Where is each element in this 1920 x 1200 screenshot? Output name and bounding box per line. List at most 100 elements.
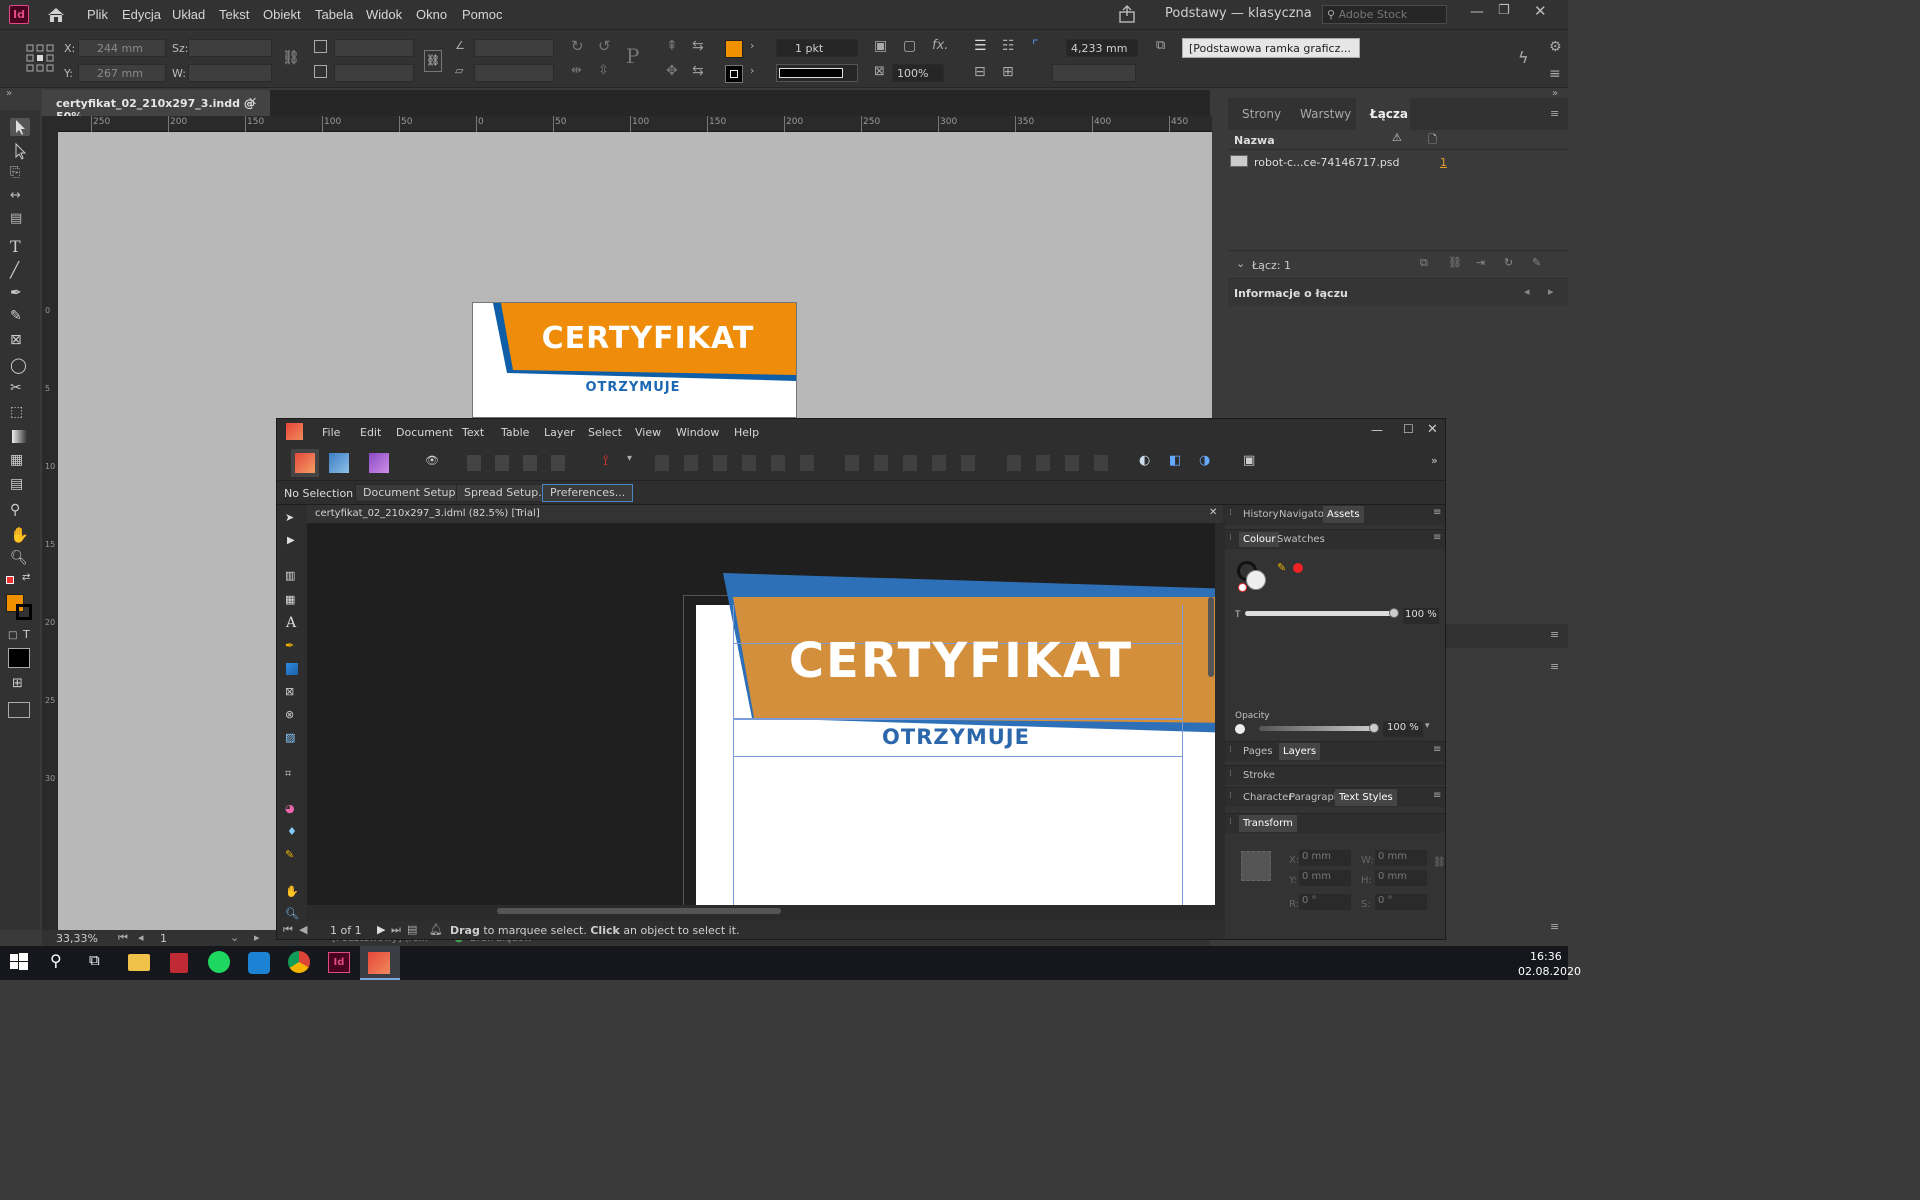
tab-history[interactable]: History bbox=[1243, 509, 1279, 520]
menu-layer[interactable]: Layer bbox=[544, 426, 575, 439]
task-view-icon[interactable]: ⧉ bbox=[89, 951, 113, 975]
menu-edit[interactable]: Edit bbox=[360, 426, 381, 439]
preferences-button[interactable]: Preferences... bbox=[542, 484, 634, 502]
table-tool-icon[interactable]: ▦ bbox=[285, 593, 295, 606]
frame-text-tool-icon[interactable]: ▥ bbox=[285, 569, 295, 582]
select-next-icon[interactable]: ⇆ bbox=[692, 63, 704, 79]
clock-date[interactable]: 02.08.2020 bbox=[1518, 965, 1581, 978]
file-explorer-icon[interactable] bbox=[128, 954, 150, 971]
transform-x-field[interactable]: 0 mm bbox=[1299, 850, 1351, 866]
menu-tekst[interactable]: Tekst bbox=[219, 7, 249, 22]
affinity-publisher-logo-icon[interactable] bbox=[286, 423, 303, 440]
edit-original-icon[interactable]: ✎ bbox=[1532, 256, 1541, 269]
height-field[interactable] bbox=[188, 64, 272, 82]
collapsed-panel-menu-icon[interactable]: ≡ bbox=[1550, 628, 1559, 641]
first-page-icon[interactable]: ⏮ bbox=[283, 923, 293, 937]
transform-anchor-icon[interactable] bbox=[1241, 851, 1271, 881]
tab-assets[interactable]: Assets bbox=[1323, 506, 1364, 523]
tab-warstwy[interactable]: Warstwy bbox=[1300, 107, 1351, 121]
gear-icon[interactable]: ⚙ bbox=[1549, 39, 1562, 55]
menu-document[interactable]: Document bbox=[396, 426, 453, 439]
default-colors-icon[interactable] bbox=[6, 576, 14, 584]
object-style-dropdown[interactable]: [Podstawowa ramka graficz... bbox=[1182, 38, 1360, 58]
page-icon[interactable]: 🗋︎ bbox=[1428, 131, 1437, 150]
tab-navigator[interactable]: Navigator bbox=[1279, 509, 1328, 520]
next-page-icon[interactable]: ▶ bbox=[377, 923, 385, 936]
grip-icon[interactable]: ⁞ bbox=[1229, 745, 1232, 755]
scale-x-field[interactable] bbox=[334, 39, 414, 57]
menu-select[interactable]: Select bbox=[588, 426, 622, 439]
ellipse-tool-icon[interactable]: ◯ bbox=[10, 356, 30, 374]
zoom-level[interactable]: 33,33% bbox=[56, 932, 98, 945]
align-stroke-inside-icon[interactable]: ☷ bbox=[1002, 38, 1015, 54]
home-icon[interactable] bbox=[46, 6, 66, 24]
tab-character[interactable]: Character bbox=[1243, 792, 1292, 803]
tab-layers[interactable]: Layers bbox=[1279, 743, 1321, 760]
hamburger-menu-icon[interactable]: ≡ bbox=[1549, 66, 1561, 82]
zoom-tool-icon[interactable]: 🔍︎ bbox=[10, 550, 30, 568]
menu-pomoc[interactable]: Pomoc bbox=[462, 7, 502, 22]
transform-y-field[interactable]: 0 mm bbox=[1299, 870, 1351, 886]
minimize-icon[interactable]: — bbox=[1470, 4, 1484, 20]
rectangle-tool-icon[interactable] bbox=[286, 663, 298, 675]
rotate-cw-icon[interactable]: ↻ bbox=[571, 37, 584, 55]
tab-strony[interactable]: Strony bbox=[1242, 107, 1281, 121]
snapping-dropdown-icon[interactable]: ▾ bbox=[627, 453, 632, 464]
preflight-icon[interactable]: ▣ bbox=[1243, 453, 1255, 468]
rectangle-frame-tool-icon[interactable]: ⊠ bbox=[10, 332, 30, 350]
panel-menu-icon[interactable]: ≡ bbox=[1433, 507, 1441, 518]
close-icon[interactable]: ✕ bbox=[1427, 422, 1438, 437]
link-info-title[interactable]: Informacje o łączu bbox=[1234, 287, 1348, 300]
tint-value[interactable]: 100 % bbox=[1403, 608, 1439, 624]
fill-tool-icon[interactable]: ◕ bbox=[285, 802, 295, 815]
previous-page-icon[interactable]: ◂ bbox=[138, 931, 144, 944]
photo-persona-icon[interactable] bbox=[369, 453, 389, 473]
opacity-slider[interactable] bbox=[1259, 723, 1379, 733]
publisher-persona-icon[interactable] bbox=[291, 449, 319, 477]
wrap-jump-icon[interactable]: ⊞ bbox=[1002, 64, 1014, 80]
vertical-scrollbar[interactable] bbox=[1207, 527, 1215, 901]
path-text-icon[interactable]: P bbox=[626, 44, 639, 68]
line-tool-icon[interactable]: ╱ bbox=[10, 261, 30, 279]
menu-plik[interactable]: Plik bbox=[87, 7, 108, 22]
share-icon[interactable] bbox=[1118, 5, 1136, 23]
select-previous-icon[interactable]: ⇆ bbox=[692, 38, 704, 54]
ellipse-frame-tool-icon[interactable]: ⊗ bbox=[285, 708, 294, 721]
grip-icon[interactable]: ⁞ bbox=[1229, 769, 1232, 779]
last-page-icon[interactable]: ⏭ bbox=[391, 923, 401, 937]
preview-icon[interactable]: 👁︎ bbox=[425, 454, 439, 467]
save-app-icon[interactable] bbox=[170, 953, 188, 973]
rotate-ccw-icon[interactable]: ↺ bbox=[598, 37, 611, 55]
crop-tool-icon[interactable]: ⌗ bbox=[285, 767, 291, 781]
select-content-icon[interactable]: ✥ bbox=[666, 63, 678, 79]
gap-tool-icon[interactable]: ↔ bbox=[10, 188, 30, 206]
opacity-dropdown-icon[interactable]: ▾ bbox=[1425, 721, 1430, 731]
transform-w-field[interactable]: 0 mm bbox=[1375, 850, 1427, 866]
pen-tool-icon[interactable]: ✒ bbox=[285, 639, 294, 652]
clock-time[interactable]: 16:36 bbox=[1530, 950, 1562, 963]
direct-selection-tool-icon[interactable] bbox=[10, 142, 30, 160]
note-tool-icon[interactable]: ▤ bbox=[10, 476, 30, 494]
align-stroke-center-icon[interactable]: ☰ bbox=[974, 38, 987, 54]
workspace-switcher[interactable]: Podstawy — klasyczna ⌄ bbox=[1165, 6, 1331, 21]
formatting-text-icon[interactable]: T bbox=[23, 628, 30, 641]
affinity-publisher-taskbar-icon[interactable] bbox=[368, 952, 390, 974]
menu-uklad[interactable]: Układ bbox=[172, 7, 205, 22]
tab-colour[interactable]: Colour bbox=[1239, 532, 1280, 547]
document-tab[interactable]: certyfikat_02_210x297_3.indd @ 50% ✕ bbox=[42, 90, 270, 123]
y-position-field[interactable]: 267 mm bbox=[78, 64, 166, 82]
collapsed-panel-menu-icon-3[interactable]: ≡ bbox=[1550, 920, 1559, 933]
previous-link-icon[interactable]: ◂ bbox=[1524, 285, 1530, 298]
tab-text-styles[interactable]: Text Styles bbox=[1335, 789, 1397, 806]
link-row[interactable]: robot-c...ce-74146717.psd 1 bbox=[1228, 152, 1568, 172]
stroke-swatch[interactable] bbox=[725, 65, 743, 83]
stroke-color-swatch[interactable] bbox=[16, 604, 32, 620]
width-field[interactable] bbox=[188, 39, 272, 57]
picture-frame-tool-icon[interactable]: ⊠ bbox=[285, 685, 294, 698]
corner-options-icon[interactable]: ⌜ bbox=[1032, 38, 1039, 54]
opacity-value[interactable]: 100 % bbox=[1383, 721, 1423, 737]
maximize-icon[interactable]: ☐ bbox=[1403, 422, 1414, 436]
expand-chevron-icon[interactable]: ⌄ bbox=[1236, 257, 1245, 270]
close-tab-icon[interactable]: ✕ bbox=[248, 95, 257, 108]
certificate-page[interactable]: CERTYFIKAT OTRZYMUJE bbox=[696, 573, 1215, 905]
